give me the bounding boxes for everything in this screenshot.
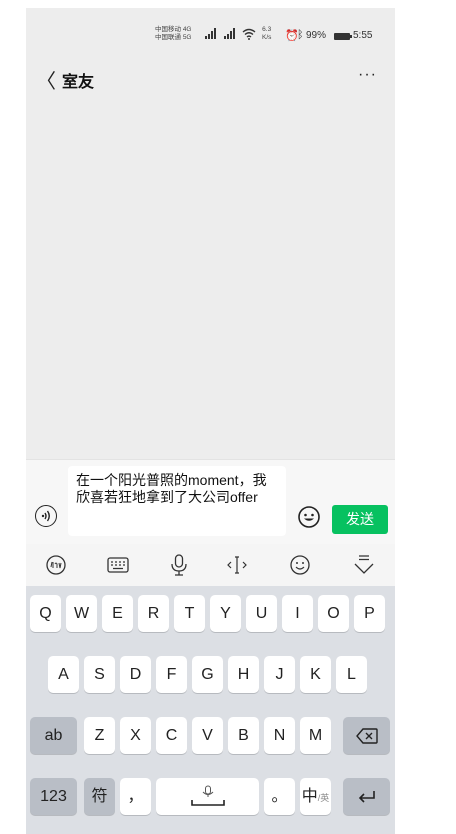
emoji-toolbar-icon[interactable]: [288, 554, 312, 576]
back-icon[interactable]: 〈: [36, 65, 56, 94]
shift-key[interactable]: ab: [30, 717, 77, 754]
key-c[interactable]: C: [156, 717, 187, 754]
battery-icon: [334, 33, 352, 40]
key-x[interactable]: X: [120, 717, 151, 754]
key-d[interactable]: D: [120, 656, 151, 693]
cursor-icon[interactable]: [225, 554, 249, 576]
microphone-icon[interactable]: [167, 554, 191, 576]
key-b[interactable]: B: [228, 717, 259, 754]
enter-key[interactable]: [343, 778, 390, 815]
send-button[interactable]: 发送: [332, 505, 388, 534]
key-v[interactable]: V: [192, 717, 223, 754]
status-time: 5:55: [353, 30, 373, 41]
language-sub: /英: [317, 793, 330, 803]
key-y[interactable]: Y: [210, 595, 241, 632]
input-bar: 在一个阳光普照的moment，我欣喜若狂地拿到了大公司offer 发送: [26, 459, 395, 545]
signal-icon: [205, 28, 216, 39]
key-l[interactable]: L: [336, 656, 367, 693]
wifi-icon: [242, 28, 256, 40]
key-a[interactable]: A: [48, 656, 79, 693]
message-input[interactable]: 在一个阳光普照的moment，我欣喜若狂地拿到了大公司offer: [68, 466, 286, 536]
keyboard-icon[interactable]: [106, 554, 130, 576]
key-i[interactable]: I: [282, 595, 313, 632]
carrier-labels: 中国移动 4G 中国联通 5G: [155, 26, 191, 42]
network-speed: 6.3 K/s: [262, 26, 272, 41]
key-t[interactable]: T: [174, 595, 205, 632]
signal-icon-2: [224, 28, 235, 39]
symbols-key[interactable]: 符: [84, 778, 115, 815]
enter-icon: [358, 790, 375, 803]
backspace-icon: [355, 728, 378, 744]
key-e[interactable]: E: [102, 595, 133, 632]
backspace-key[interactable]: [343, 717, 390, 754]
status-bar: 中国移动 4G 中国联通 5G 6.3 K/s ⏰ ᛒ 99% 5:55: [26, 8, 395, 58]
carrier-2: 中国联通: [155, 34, 181, 41]
phone-screen: 中国移动 4G 中国联通 5G 6.3 K/s ⏰ ᛒ 99% 5:55 〈 室…: [26, 8, 395, 834]
comma-key[interactable]: ，: [120, 778, 151, 815]
space-key[interactable]: [156, 778, 259, 815]
key-m[interactable]: M: [300, 717, 331, 754]
handwriting-icon[interactable]: [44, 554, 68, 576]
carrier-1: 中国移动: [155, 26, 181, 33]
key-o[interactable]: O: [318, 595, 349, 632]
bluetooth-icon: ᛒ: [297, 29, 304, 41]
key-w[interactable]: W: [66, 595, 97, 632]
key-k[interactable]: K: [300, 656, 331, 693]
language-main: 中: [301, 788, 318, 805]
key-p[interactable]: P: [354, 595, 385, 632]
battery-percent: 99%: [306, 30, 327, 41]
key-r[interactable]: R: [138, 595, 169, 632]
key-h[interactable]: H: [228, 656, 259, 693]
network-1: 4G: [182, 26, 192, 33]
language-key[interactable]: 中/英: [300, 778, 331, 815]
key-s[interactable]: S: [84, 656, 115, 693]
chat-area[interactable]: [26, 98, 395, 458]
chat-title: 室友: [62, 74, 95, 91]
key-j[interactable]: J: [264, 656, 295, 693]
chat-header: 〈 室友 ···: [26, 58, 395, 98]
emoji-icon[interactable]: [297, 505, 321, 529]
key-q[interactable]: Q: [30, 595, 61, 632]
key-n[interactable]: N: [264, 717, 295, 754]
voice-input-icon[interactable]: [35, 505, 57, 527]
period-key[interactable]: 。: [264, 778, 295, 815]
key-u[interactable]: U: [246, 595, 277, 632]
network-2: 5G: [182, 34, 192, 41]
key-z[interactable]: Z: [84, 717, 115, 754]
key-g[interactable]: G: [192, 656, 223, 693]
keyboard: Q W E R T Y U I O P A S D F G H J K L ab…: [26, 586, 395, 834]
numbers-key[interactable]: 123: [30, 778, 77, 815]
key-f[interactable]: F: [156, 656, 187, 693]
keyboard-toolbar: [26, 544, 395, 586]
space-mic-icon: [190, 785, 225, 806]
collapse-keyboard-icon[interactable]: [352, 554, 376, 576]
more-icon[interactable]: ···: [358, 66, 377, 84]
